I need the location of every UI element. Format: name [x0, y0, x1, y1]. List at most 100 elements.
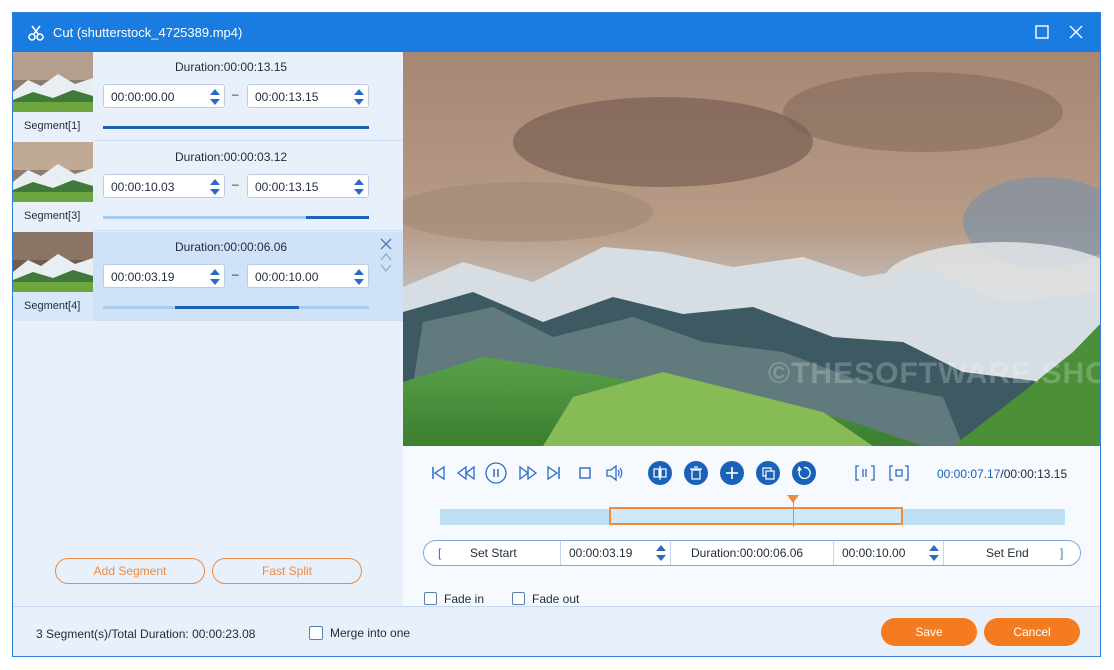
- trim-end-value: 00:00:10.00: [842, 546, 906, 560]
- segment-actions: [380, 238, 392, 273]
- segment-thumbnail: [13, 232, 93, 292]
- segment-thumbnail: [13, 142, 93, 202]
- close-icon[interactable]: [1068, 24, 1084, 40]
- segment-end-value: 00:00:13.15: [255, 180, 319, 194]
- fast-forward-icon[interactable]: [517, 462, 539, 484]
- fade-in-option[interactable]: Fade in: [424, 591, 484, 606]
- watermark: ©THESOFTWARE.SHOP: [768, 357, 1101, 390]
- segment-range-track: [103, 306, 369, 309]
- trim-start-field[interactable]: 00:00:03.19: [561, 541, 671, 565]
- timeline-track[interactable]: [440, 495, 1065, 527]
- video-preview[interactable]: ©THESOFTWARE.SHOP: [403, 52, 1101, 446]
- copy-icon: [762, 467, 775, 480]
- playhead-marker[interactable]: [787, 495, 800, 503]
- segment-label-area: Segment[4]: [13, 292, 93, 321]
- close-bracket: ]: [1060, 546, 1064, 560]
- split-icon: [653, 466, 667, 480]
- save-button[interactable]: Save: [881, 618, 977, 646]
- volume-icon[interactable]: [604, 462, 626, 484]
- rewind-icon[interactable]: [455, 462, 477, 484]
- range-dash: –: [232, 87, 239, 101]
- spinner-icon[interactable]: [928, 543, 940, 563]
- skip-forward-icon[interactable]: [543, 462, 565, 484]
- selection-range[interactable]: [608, 507, 903, 525]
- segment-thumbnail: [13, 52, 93, 112]
- spinner-icon[interactable]: [655, 543, 667, 563]
- time-readout: 00:00:07.17/00:00:13.15: [937, 467, 1067, 481]
- trim-end-field[interactable]: 00:00:10.00: [834, 541, 944, 565]
- fade-out-label: Fade out: [532, 591, 580, 606]
- spinner-icon[interactable]: [353, 177, 365, 197]
- fast-split-button[interactable]: Fast Split: [212, 558, 362, 584]
- total-time: /00:00:13.15: [1000, 467, 1068, 481]
- segment-item[interactable]: Segment[3] Duration:00:00:03.12 00:00:10…: [13, 142, 403, 231]
- spinner-icon[interactable]: [209, 267, 221, 287]
- spinner-icon[interactable]: [209, 177, 221, 197]
- maximize-icon[interactable]: [1034, 24, 1050, 40]
- segment-end-value: 00:00:13.15: [255, 90, 319, 104]
- stop-icon[interactable]: [574, 462, 596, 484]
- pause-icon[interactable]: [485, 462, 507, 484]
- move-down-icon[interactable]: [380, 264, 392, 273]
- move-up-icon[interactable]: [380, 252, 392, 261]
- cancel-button[interactable]: Cancel: [984, 618, 1080, 646]
- add-segment-button[interactable]: Add Segment: [55, 558, 205, 584]
- add-button[interactable]: [720, 461, 744, 485]
- segment-range-fill: [174, 306, 299, 309]
- segment-end-field[interactable]: 00:00:13.15: [247, 84, 369, 108]
- delete-icon: [690, 466, 702, 480]
- merge-option[interactable]: Merge into one: [309, 625, 410, 640]
- fade-in-label: Fade in: [444, 591, 485, 606]
- spinner-icon[interactable]: [353, 267, 365, 287]
- set-start-bracket-icon[interactable]: [854, 462, 876, 484]
- remove-segment-icon[interactable]: [380, 238, 392, 250]
- segment-end-field[interactable]: 00:00:10.00: [247, 264, 369, 288]
- footer-bar: 3 Segment(s)/Total Duration: 00:00:23.08…: [13, 606, 1100, 656]
- segment-item[interactable]: Segment[1] Duration:00:00:13.15 00:00:00…: [13, 52, 403, 141]
- segment-list: Segment[1] Duration:00:00:13.15 00:00:00…: [13, 52, 403, 606]
- trim-start-value: 00:00:03.19: [569, 546, 633, 560]
- set-end-label: Set End: [986, 546, 1029, 560]
- segment-start-field[interactable]: 00:00:03.19: [103, 264, 225, 288]
- range-dash: –: [232, 267, 239, 281]
- segment-item-selected[interactable]: Segment[4] Duration:00:00:06.06 00:00:03…: [13, 232, 403, 321]
- window-title: Cut (shutterstock_4725389.mp4): [53, 25, 243, 40]
- segment-end-field[interactable]: 00:00:13.15: [247, 174, 369, 198]
- reset-button[interactable]: [792, 461, 816, 485]
- segment-end-value: 00:00:10.00: [255, 270, 319, 284]
- segment-duration: Duration:00:00:13.15: [175, 60, 288, 74]
- segment-range-fill: [305, 216, 369, 219]
- set-end-bracket-icon[interactable]: [888, 462, 910, 484]
- fade-in-checkbox[interactable]: [424, 592, 437, 606]
- set-start-button[interactable]: [ Set Start: [424, 541, 561, 565]
- segment-range-track: [103, 216, 369, 219]
- set-end-button[interactable]: Set End ]: [944, 541, 1080, 565]
- segment-label: Segment[1]: [24, 120, 81, 132]
- set-start-label: Set Start: [470, 546, 517, 560]
- merge-checkbox[interactable]: [309, 625, 323, 640]
- segment-start-field[interactable]: 00:00:00.00: [103, 84, 225, 108]
- fade-out-checkbox[interactable]: [512, 592, 525, 606]
- segment-label-area: Segment[3]: [13, 202, 93, 231]
- range-dash: –: [232, 177, 239, 191]
- add-icon: [726, 467, 738, 479]
- current-time: 00:00:07.17: [937, 467, 1001, 481]
- segment-label: Segment[3]: [24, 210, 81, 222]
- skip-back-icon[interactable]: [427, 462, 449, 484]
- segment-start-value: 00:00:00.00: [111, 90, 175, 104]
- fade-out-option[interactable]: Fade out: [512, 591, 579, 606]
- player-controls: 00:00:07.17/00:00:13.15 [ Set Start 00:0…: [403, 446, 1100, 606]
- title-bar: Cut (shutterstock_4725389.mp4): [13, 13, 1100, 52]
- copy-button[interactable]: [756, 461, 780, 485]
- segment-range-track: [103, 126, 369, 129]
- spinner-icon[interactable]: [209, 87, 221, 107]
- total-summary: 3 Segment(s)/Total Duration: 00:00:23.08: [36, 627, 256, 641]
- spinner-icon[interactable]: [353, 87, 365, 107]
- segment-start-value: 00:00:10.03: [111, 180, 175, 194]
- segment-label: Segment[4]: [24, 300, 81, 312]
- reset-icon: [797, 466, 811, 480]
- split-button[interactable]: [648, 461, 672, 485]
- segment-start-field[interactable]: 00:00:10.03: [103, 174, 225, 198]
- trim-duration-value: Duration:00:00:06.06: [691, 546, 804, 560]
- delete-button[interactable]: [684, 461, 708, 485]
